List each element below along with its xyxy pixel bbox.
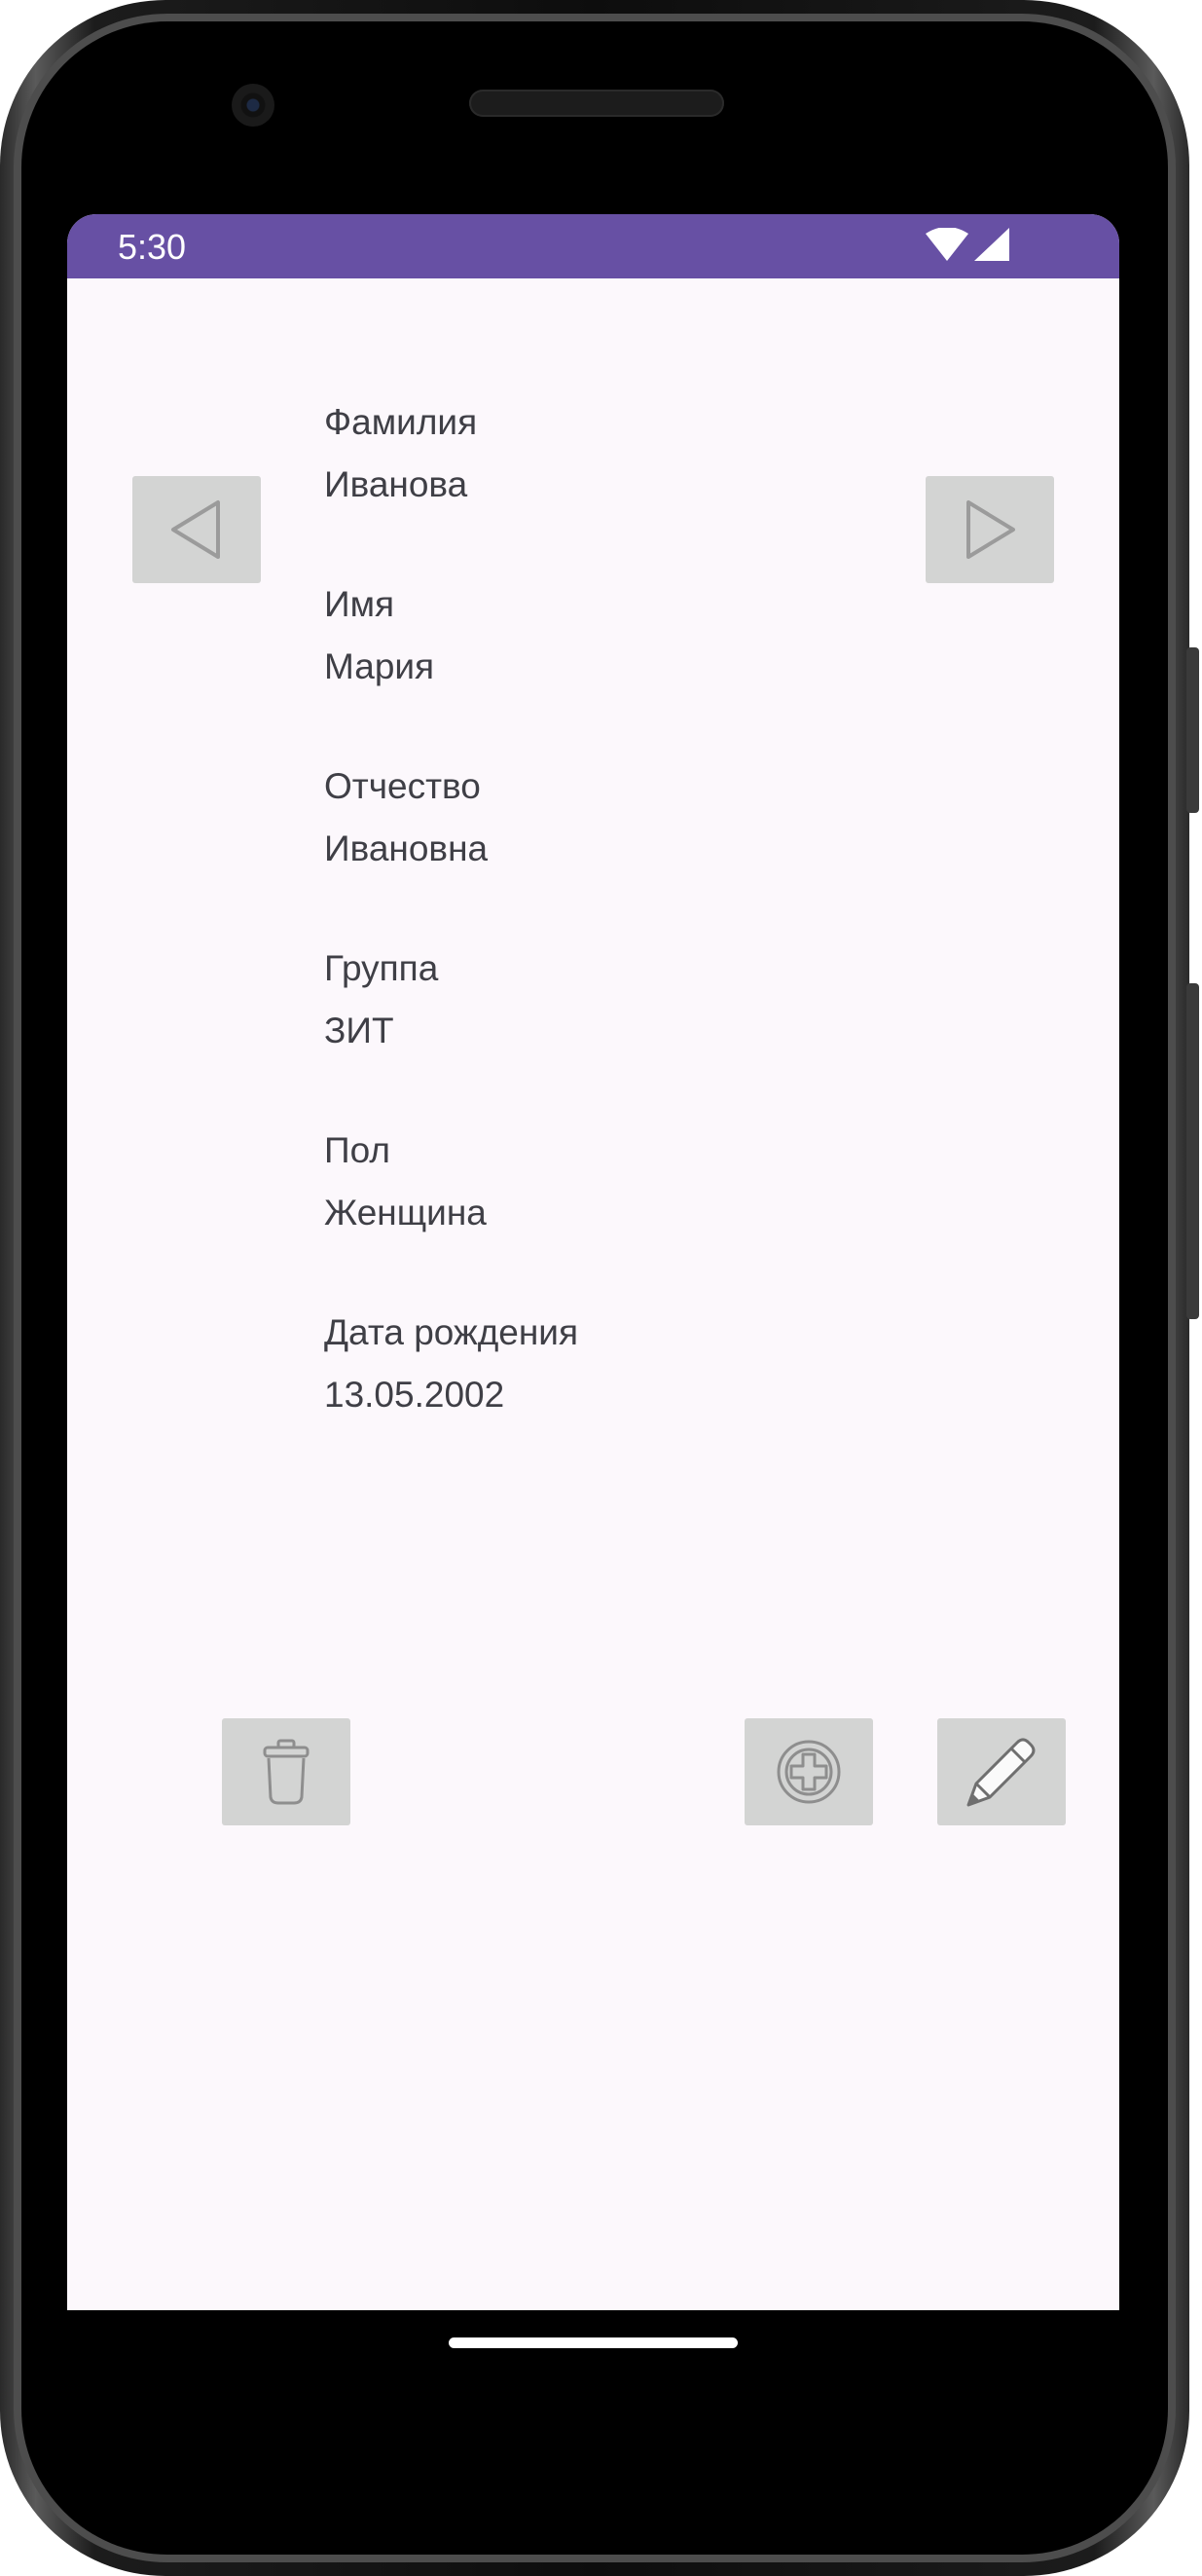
power-button [1186, 647, 1199, 813]
field-value-patronymic: Ивановна [324, 828, 489, 868]
field-value-group: ЗИТ [324, 1011, 394, 1050]
wifi-icon [926, 227, 968, 261]
plus-circle-icon [777, 1740, 841, 1804]
delete-button[interactable] [222, 1718, 350, 1825]
field-value-birthdate: 13.05.2002 [324, 1375, 505, 1415]
home-indicator[interactable] [449, 2337, 738, 2348]
field-value-name: Мария [324, 646, 435, 686]
field-label-birthdate: Дата рождения [324, 1312, 579, 1352]
volume-button [1186, 983, 1199, 1319]
field-value-surname: Иванова [324, 464, 468, 504]
status-time: 5:30 [118, 227, 187, 267]
field-label-gender: Пол [324, 1130, 390, 1170]
field-value-gender: Женщина [324, 1193, 487, 1233]
field-label-patronymic: Отчество [324, 766, 481, 806]
field-label-name: Имя [324, 584, 395, 624]
earpiece-speaker [469, 90, 724, 117]
front-camera [232, 84, 274, 127]
status-bar: 5:30 [67, 214, 1119, 278]
trash-icon [263, 1739, 310, 1805]
cellular-signal-icon [974, 228, 1009, 261]
add-button[interactable] [745, 1718, 873, 1825]
edit-button[interactable] [937, 1718, 1066, 1825]
field-label-group: Группа [324, 948, 439, 988]
triangle-right-icon [966, 500, 1015, 559]
status-icons [924, 227, 1017, 265]
previous-record-button[interactable] [132, 476, 261, 583]
triangle-left-icon [171, 500, 220, 559]
pencil-icon [966, 1738, 1036, 1807]
next-record-button[interactable] [926, 476, 1054, 583]
app-screen: 5:30 Фамилия Иванова Имя Мария Отчество … [67, 214, 1119, 2310]
field-label-surname: Фамилия [324, 402, 478, 442]
